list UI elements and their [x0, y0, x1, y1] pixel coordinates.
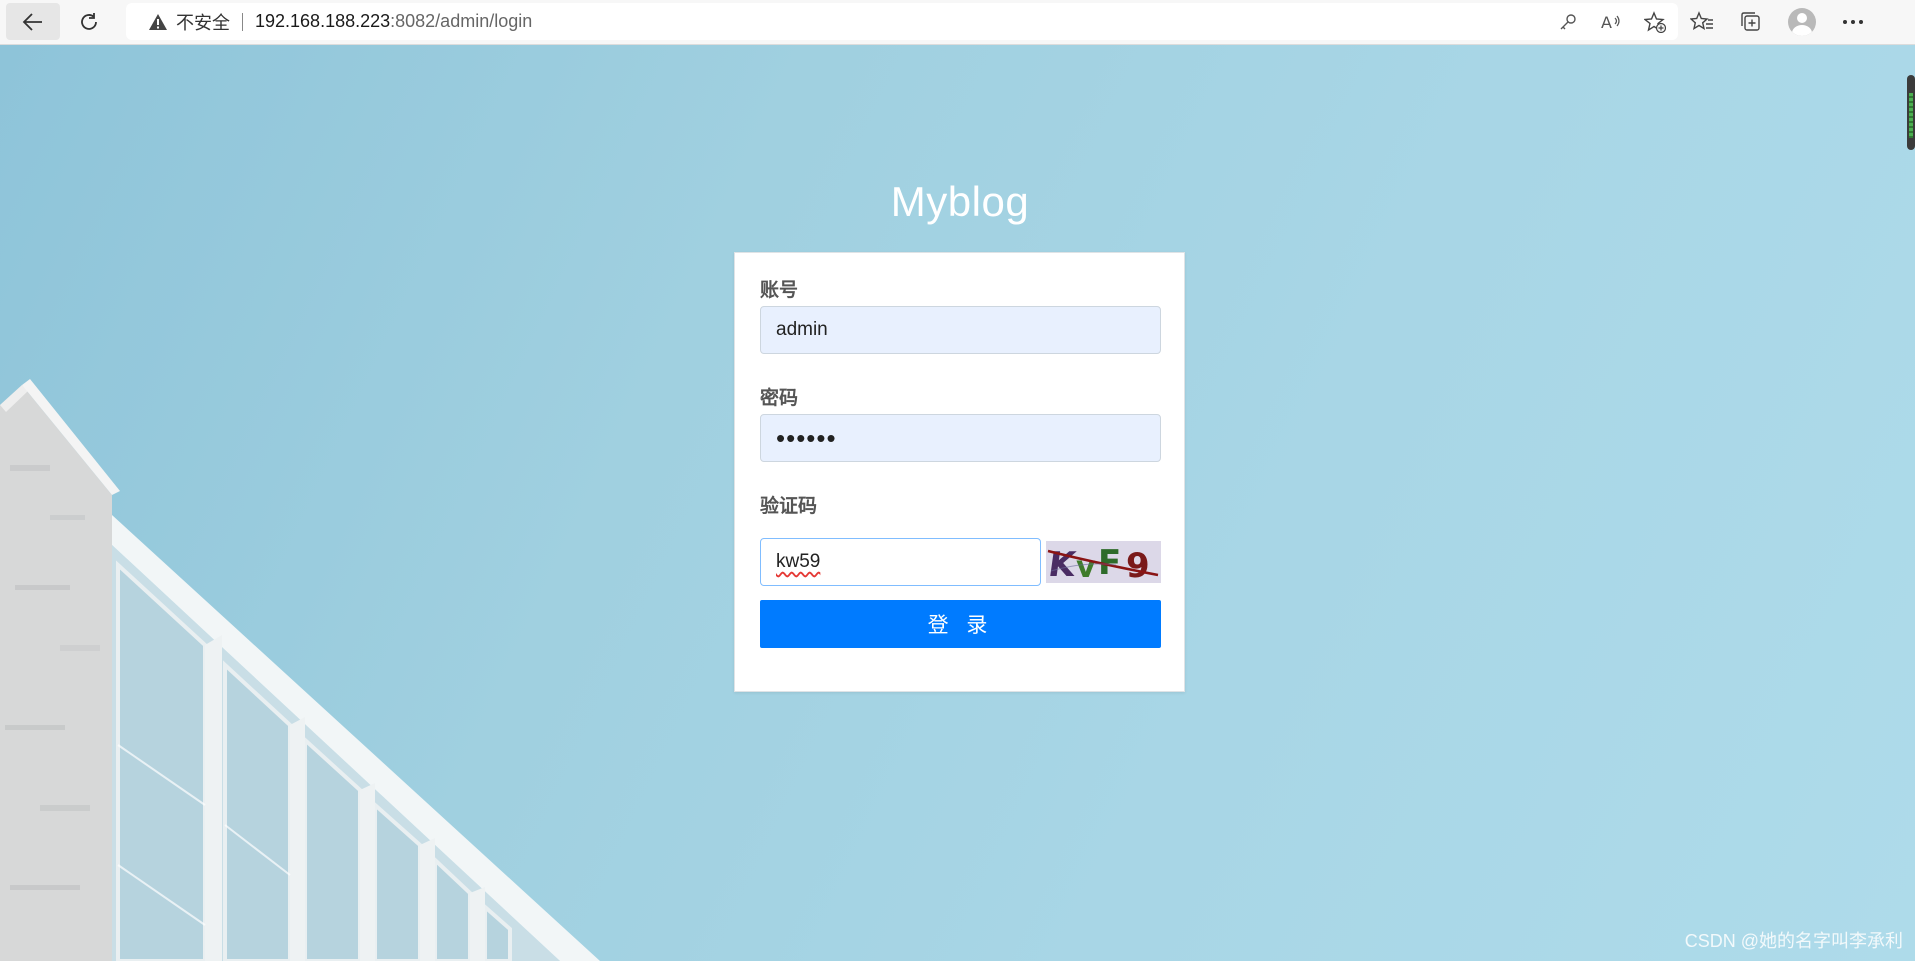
warning-icon[interactable]	[148, 13, 168, 31]
login-form-card: 账号 admin 密码 •••••• 验证码 kw59 K v F 9 登 录	[734, 252, 1185, 692]
add-favorite-icon[interactable]	[1644, 10, 1666, 33]
url-text[interactable]: 192.168.188.223:8082/admin/login	[255, 11, 532, 32]
svg-text:v: v	[1076, 550, 1096, 583]
password-input[interactable]: ••••••	[760, 414, 1161, 462]
key-icon[interactable]	[1558, 12, 1578, 32]
browser-toolbar: 不安全 192.168.188.223:8082/admin/login A	[0, 0, 1915, 45]
account-label: 账号	[760, 280, 799, 301]
login-button[interactable]: 登 录	[760, 600, 1161, 648]
back-button[interactable]	[6, 3, 60, 40]
url-host: 192.168.188.223	[255, 11, 391, 31]
reload-button[interactable]	[62, 3, 116, 40]
reload-icon	[81, 12, 97, 30]
svg-text:A: A	[1601, 13, 1612, 32]
address-bar[interactable]: 不安全 192.168.188.223:8082/admin/login A	[126, 3, 1678, 40]
captcha-label: 验证码	[760, 496, 818, 517]
captcha-image[interactable]: K v F 9	[1046, 541, 1161, 583]
profile-avatar-icon[interactable]	[1788, 8, 1816, 36]
captcha-input-value: kw59	[776, 551, 821, 572]
svg-text:9: 9	[1126, 546, 1150, 583]
favorites-icon[interactable]	[1690, 11, 1714, 33]
csdn-watermark: CSDN @她的名字叫李承利	[1684, 931, 1903, 951]
back-arrow-icon	[22, 12, 42, 31]
address-divider	[242, 12, 243, 31]
password-label: 密码	[760, 388, 799, 409]
url-path: :8082/admin/login	[390, 11, 533, 31]
login-page: Myblog 账号 admin 密码 •••••• 验证码 kw59 K v F…	[0, 45, 1915, 961]
read-aloud-icon[interactable]: A	[1600, 12, 1622, 32]
site-title: Myblog	[0, 178, 1915, 226]
account-input[interactable]: admin	[760, 306, 1161, 354]
site-title-text: Myblog	[890, 178, 1030, 225]
more-icon[interactable]	[1842, 19, 1864, 25]
collections-icon[interactable]	[1740, 11, 1762, 33]
captcha-input[interactable]: kw59	[760, 538, 1041, 586]
not-secure-label[interactable]: 不安全	[176, 9, 230, 35]
page-scrollbar[interactable]	[1907, 75, 1915, 150]
